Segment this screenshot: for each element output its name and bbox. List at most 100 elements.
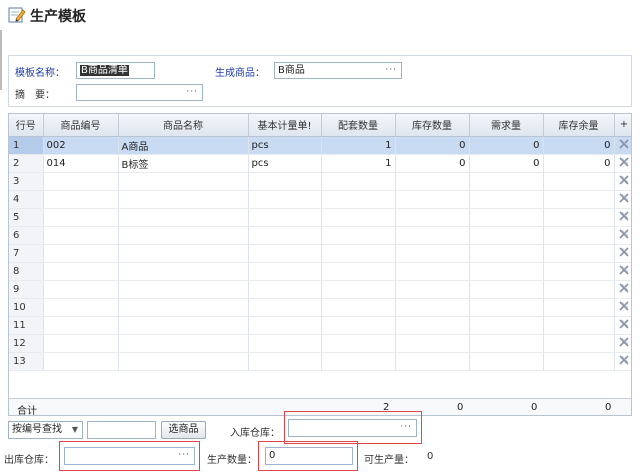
cell-stock[interactable] — [395, 316, 470, 335]
cell-qty[interactable]: 1 — [321, 154, 396, 173]
cell-stock[interactable] — [395, 334, 470, 353]
cell-demand[interactable] — [469, 280, 544, 299]
add-row-button[interactable]: + — [614, 114, 631, 137]
select-product-button[interactable]: 选商品 — [161, 421, 206, 439]
remove-row-icon[interactable] — [614, 298, 631, 317]
remove-row-icon[interactable] — [614, 352, 631, 371]
cell-unit[interactable] — [248, 334, 322, 353]
table-row[interactable]: 10 — [9, 298, 631, 317]
remove-row-icon[interactable] — [614, 226, 631, 245]
cell-qty[interactable] — [321, 298, 396, 317]
cell-qty[interactable] — [321, 208, 396, 227]
table-row[interactable]: 2 014 B标签 pcs 1 0 0 0 — [9, 154, 631, 173]
col-header-name[interactable]: 商品名称 — [118, 114, 249, 137]
cell-demand[interactable] — [469, 226, 544, 245]
cell-stock[interactable] — [395, 352, 470, 371]
cell-remain[interactable] — [543, 244, 615, 263]
cell-name[interactable] — [118, 226, 249, 245]
remove-row-icon[interactable] — [614, 316, 631, 335]
cell-name[interactable] — [118, 262, 249, 281]
ellipsis-icon[interactable]: ··· — [186, 85, 198, 100]
cell-remain[interactable] — [543, 334, 615, 353]
cell-stock[interactable] — [395, 226, 470, 245]
cell-demand[interactable] — [469, 208, 544, 227]
cell-code[interactable] — [43, 244, 119, 263]
cell-name[interactable] — [118, 280, 249, 299]
cell-demand[interactable] — [469, 190, 544, 209]
cell-unit[interactable] — [248, 352, 322, 371]
cell-remain[interactable] — [543, 208, 615, 227]
table-row[interactable]: 9 — [9, 280, 631, 299]
cell-name[interactable] — [118, 334, 249, 353]
remove-row-icon[interactable] — [614, 244, 631, 263]
cell-stock[interactable] — [395, 208, 470, 227]
cell-stock[interactable]: 0 — [395, 136, 470, 155]
cell-code[interactable] — [43, 208, 119, 227]
cell-qty[interactable] — [321, 172, 396, 191]
cell-unit[interactable] — [248, 280, 322, 299]
cell-unit[interactable] — [248, 316, 322, 335]
cell-remain[interactable] — [543, 280, 615, 299]
cell-unit[interactable] — [248, 244, 322, 263]
cell-unit[interactable] — [248, 298, 322, 317]
cell-stock[interactable] — [395, 280, 470, 299]
cell-code[interactable] — [43, 280, 119, 299]
cell-qty[interactable] — [321, 244, 396, 263]
remove-row-icon[interactable] — [614, 208, 631, 227]
col-header-demand[interactable]: 需求量 — [469, 114, 544, 137]
table-row[interactable]: 11 — [9, 316, 631, 335]
cell-code[interactable] — [43, 334, 119, 353]
remove-row-icon[interactable] — [614, 334, 631, 353]
table-row[interactable]: 4 — [9, 190, 631, 209]
cell-qty[interactable] — [321, 352, 396, 371]
cell-name[interactable] — [118, 190, 249, 209]
cell-name[interactable] — [118, 352, 249, 371]
cell-qty[interactable] — [321, 262, 396, 281]
cell-code[interactable] — [43, 262, 119, 281]
cell-remain[interactable] — [543, 190, 615, 209]
cell-demand[interactable]: 0 — [469, 136, 544, 155]
product-field[interactable]: B商品 ··· — [274, 62, 402, 79]
table-row[interactable]: 6 — [9, 226, 631, 245]
cell-qty[interactable] — [321, 226, 396, 245]
col-header-stock[interactable]: 库存数量 — [395, 114, 470, 137]
cell-demand[interactable] — [469, 316, 544, 335]
cell-code[interactable] — [43, 226, 119, 245]
cell-code[interactable] — [43, 190, 119, 209]
cell-remain[interactable] — [543, 316, 615, 335]
ellipsis-icon[interactable]: ··· — [178, 448, 190, 463]
cell-stock[interactable] — [395, 190, 470, 209]
cell-name[interactable] — [118, 244, 249, 263]
cell-name[interactable] — [118, 298, 249, 317]
remove-row-icon[interactable] — [614, 190, 631, 209]
col-header-remain[interactable]: 库存余量 — [543, 114, 615, 137]
remove-row-icon[interactable] — [614, 280, 631, 299]
remove-row-icon[interactable] — [614, 172, 631, 191]
cell-name[interactable]: B标签 — [118, 154, 249, 173]
remove-row-icon[interactable] — [614, 136, 631, 155]
cell-stock[interactable]: 0 — [395, 154, 470, 173]
cell-stock[interactable] — [395, 298, 470, 317]
cell-unit[interactable] — [248, 190, 322, 209]
cell-remain[interactable] — [543, 226, 615, 245]
cell-qty[interactable] — [321, 334, 396, 353]
summary-field[interactable]: ··· — [76, 84, 203, 101]
cell-name[interactable] — [118, 316, 249, 335]
cell-qty[interactable] — [321, 280, 396, 299]
cell-qty[interactable]: 1 — [321, 136, 396, 155]
col-header-code[interactable]: 商品编号 — [43, 114, 119, 137]
cell-unit[interactable]: pcs — [248, 136, 322, 155]
col-header-row-no[interactable]: 行号 — [9, 114, 44, 137]
cell-unit[interactable]: pcs — [248, 154, 322, 173]
col-header-unit[interactable]: 基本计量单! — [248, 114, 322, 137]
table-row[interactable]: 5 — [9, 208, 631, 227]
cell-demand[interactable]: 0 — [469, 154, 544, 173]
cell-stock[interactable] — [395, 262, 470, 281]
ellipsis-icon[interactable]: ··· — [400, 420, 412, 435]
cell-demand[interactable] — [469, 352, 544, 371]
cell-name[interactable] — [118, 172, 249, 191]
template-name-input[interactable]: B商品清单 — [76, 62, 155, 79]
remove-row-icon[interactable] — [614, 262, 631, 281]
cell-code[interactable] — [43, 298, 119, 317]
cell-remain[interactable]: 0 — [543, 154, 615, 173]
